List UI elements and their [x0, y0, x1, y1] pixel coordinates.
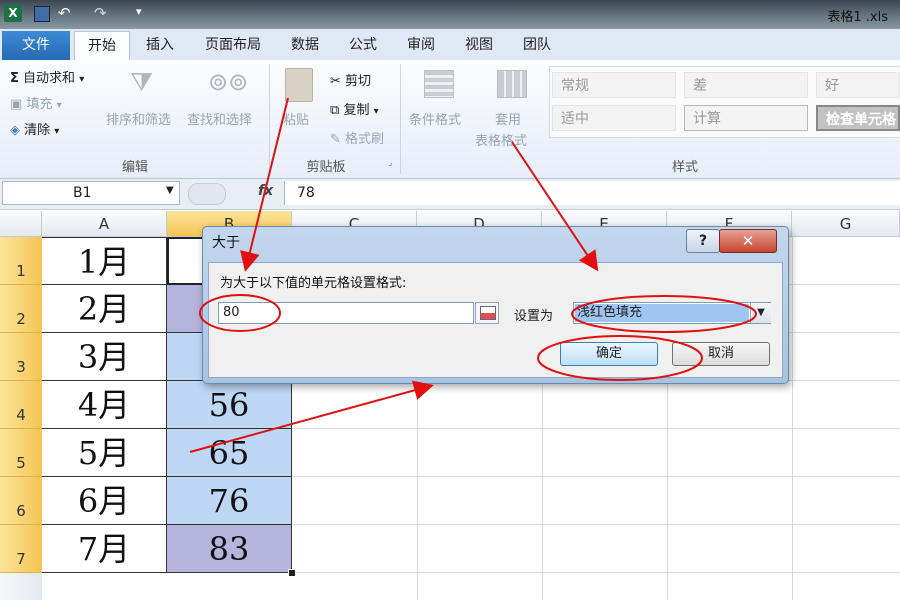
- grid-line: [792, 237, 793, 600]
- row-header-5[interactable]: 5: [0, 429, 42, 477]
- tab-home[interactable]: 开始: [74, 31, 130, 61]
- save-icon[interactable]: [34, 6, 50, 22]
- group-separator: [400, 64, 401, 174]
- copy-icon: ⧉: [330, 103, 340, 118]
- tab-team[interactable]: 团队: [514, 31, 560, 60]
- paste-icon: [285, 68, 313, 102]
- style-normal[interactable]: 常规: [552, 72, 676, 98]
- cancel-button[interactable]: 取消: [672, 342, 770, 366]
- cell-a2[interactable]: 2月: [42, 285, 167, 333]
- threshold-input[interactable]: 80: [218, 302, 474, 324]
- dialog-prompt: 为大于以下值的单元格设置格式:: [220, 276, 407, 291]
- eraser-icon: ◈: [10, 123, 20, 138]
- tab-view[interactable]: 视图: [456, 31, 502, 60]
- title-bar: [0, 0, 900, 29]
- tab-review[interactable]: 审阅: [398, 31, 444, 60]
- style-bad[interactable]: 差: [684, 72, 808, 98]
- clear-button[interactable]: ◈ 清除 ▾: [10, 119, 59, 138]
- cell-a4[interactable]: 4月: [42, 381, 167, 429]
- grid-line: [292, 524, 900, 525]
- style-check-cell[interactable]: 检查单元格: [816, 105, 900, 131]
- row-header-7[interactable]: 7: [0, 525, 42, 573]
- binoculars-icon: ⊚⊚: [208, 68, 249, 96]
- row-header-3[interactable]: 3: [0, 333, 42, 381]
- formula-bar-divider[interactable]: [188, 183, 226, 205]
- format-select-value[interactable]: 浅红色填充: [575, 304, 749, 322]
- styles-group-label: 样式: [671, 160, 698, 175]
- clipboard-group-label: 剪贴板: [306, 160, 346, 175]
- cut-button[interactable]: ✂ 剪切: [330, 70, 371, 89]
- row-header-1[interactable]: 1: [0, 237, 42, 285]
- set-to-label: 设置为: [514, 309, 554, 324]
- conditional-format-icon: [424, 70, 454, 98]
- cell-b7[interactable]: 83: [167, 525, 292, 573]
- table-format-icon: [497, 70, 527, 98]
- redo-icon[interactable]: ↷: [94, 4, 107, 22]
- cell-a1[interactable]: 1月: [42, 237, 167, 285]
- select-all-corner[interactable]: [0, 211, 42, 237]
- row-header-6[interactable]: 6: [0, 477, 42, 525]
- close-button[interactable]: ✕: [719, 229, 777, 253]
- cell-a3[interactable]: 3月: [42, 333, 167, 381]
- dialog-title: 大于: [212, 235, 240, 251]
- fill-icon: ▣: [10, 97, 23, 112]
- customize-icon[interactable]: ▾: [136, 5, 142, 18]
- tab-formulas[interactable]: 公式: [340, 31, 386, 60]
- name-box[interactable]: B1: [2, 181, 180, 205]
- tab-file[interactable]: 文件: [2, 31, 70, 60]
- conditional-format-button[interactable]: 条件格式: [409, 109, 461, 128]
- range-select-button[interactable]: [475, 302, 499, 324]
- autosum-button[interactable]: Σ 自动求和 ▾: [10, 67, 84, 86]
- sort-filter-icon: ⧩: [130, 68, 154, 98]
- style-calculation[interactable]: 计算: [684, 105, 808, 131]
- row-header-empty: [0, 573, 42, 600]
- apply-table-button[interactable]: 套用: [495, 109, 521, 128]
- insert-function-icon[interactable]: fx: [258, 183, 273, 199]
- row-header-2[interactable]: 2: [0, 285, 42, 333]
- fill-handle[interactable]: [288, 569, 296, 577]
- cell-b5[interactable]: 65: [167, 429, 292, 477]
- cell-a7[interactable]: 7月: [42, 525, 167, 573]
- style-good[interactable]: 好: [816, 72, 900, 98]
- format-painter-button[interactable]: ✎ 格式刷: [330, 128, 384, 147]
- tab-insert[interactable]: 插入: [134, 31, 186, 60]
- formula-input[interactable]: 78: [284, 181, 900, 205]
- undo-icon[interactable]: ↶: [58, 4, 71, 22]
- grid-line: [292, 572, 900, 573]
- excel-logo-icon: X: [4, 4, 22, 22]
- copy-button[interactable]: ⧉ 复制 ▾: [330, 99, 379, 118]
- range-select-icon: [480, 306, 496, 320]
- fill-button[interactable]: ▣ 填充 ▾: [10, 93, 62, 112]
- column-header-a[interactable]: A: [42, 211, 167, 237]
- chevron-down-icon[interactable]: ▼: [750, 303, 771, 323]
- cell-b6[interactable]: 76: [167, 477, 292, 525]
- grid-line: [292, 428, 900, 429]
- name-box-dropdown-icon[interactable]: ▼: [166, 185, 174, 196]
- editing-group-label: 编辑: [121, 160, 148, 175]
- sort-filter-button[interactable]: 排序和筛选: [106, 109, 171, 128]
- find-select-button[interactable]: 查找和选择: [187, 109, 252, 128]
- group-separator: [269, 64, 270, 174]
- ok-button[interactable]: 确定: [560, 342, 658, 366]
- style-neutral[interactable]: 适中: [552, 105, 676, 131]
- scissors-icon: ✂: [330, 74, 341, 89]
- window-title: 表格1 .xls: [827, 10, 888, 25]
- cell-a6[interactable]: 6月: [42, 477, 167, 525]
- table-format-label: 表格格式: [475, 134, 528, 149]
- help-button[interactable]: ?: [686, 229, 720, 253]
- paste-button[interactable]: 粘贴: [283, 109, 309, 128]
- brush-icon: ✎: [330, 132, 341, 147]
- cell-b4[interactable]: 56: [167, 381, 292, 429]
- cell-a5[interactable]: 5月: [42, 429, 167, 477]
- dialog-launcher-icon[interactable]: ⌟: [388, 158, 392, 168]
- row-header-4[interactable]: 4: [0, 381, 42, 429]
- tab-page-layout[interactable]: 页面布局: [194, 31, 272, 60]
- tab-data[interactable]: 数据: [282, 31, 328, 60]
- sigma-icon: Σ: [10, 71, 19, 86]
- grid-line: [292, 476, 900, 477]
- column-header-g[interactable]: G: [792, 211, 900, 237]
